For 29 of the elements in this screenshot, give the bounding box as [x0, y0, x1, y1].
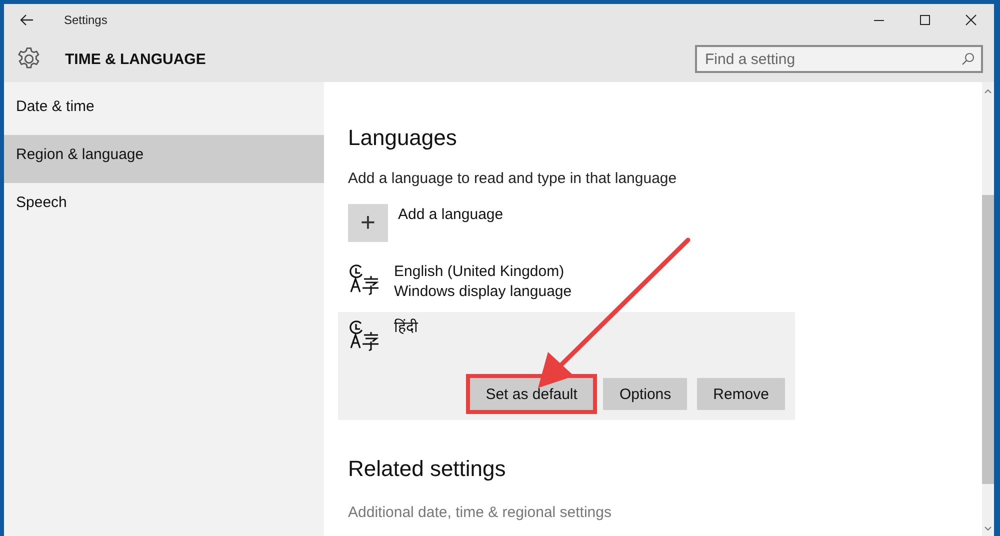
language-item[interactable]: English (United Kingdom) Windows display language [338, 256, 795, 308]
add-language-button[interactable]: + Add a language [348, 204, 504, 242]
language-name: हिंदी [394, 318, 418, 338]
sidebar-item[interactable]: Speech [4, 183, 324, 231]
language-item-panel[interactable]: हिंदी Set as default Options Remove [338, 312, 795, 420]
section-heading: Languages [348, 125, 457, 151]
scroll-down-icon [984, 526, 992, 532]
plus-icon: + [348, 204, 388, 242]
add-language-label: Add a language [398, 206, 504, 223]
sidebar-item[interactable]: Date & time [4, 87, 324, 135]
back-arrow-icon [20, 14, 34, 26]
scrollbar-thumb[interactable] [982, 195, 994, 484]
language-action-button[interactable]: Set as default [470, 378, 594, 410]
section-description: Add a language to read and type in that language [348, 170, 677, 187]
page-title: TIME & LANGUAGE [65, 50, 206, 68]
language-name: English (United Kingdom) [394, 262, 566, 282]
section-heading: Related settings [348, 456, 506, 482]
search-field[interactable]: Find a setting [695, 45, 983, 73]
language-action-button[interactable]: Options [603, 378, 688, 410]
maximize-icon [919, 14, 931, 26]
sidebar-item[interactable]: Region & language [4, 135, 324, 183]
search-icon [961, 52, 975, 66]
language-detail: Windows display language [394, 282, 572, 302]
language-action-button[interactable]: Remove [697, 378, 785, 410]
window-title: Settings [64, 13, 108, 27]
close-icon [965, 14, 977, 26]
settings-link[interactable]: Additional date, time & regional settings [348, 504, 612, 521]
scroll-up-icon [984, 88, 992, 94]
scrollbar[interactable] [982, 82, 994, 536]
